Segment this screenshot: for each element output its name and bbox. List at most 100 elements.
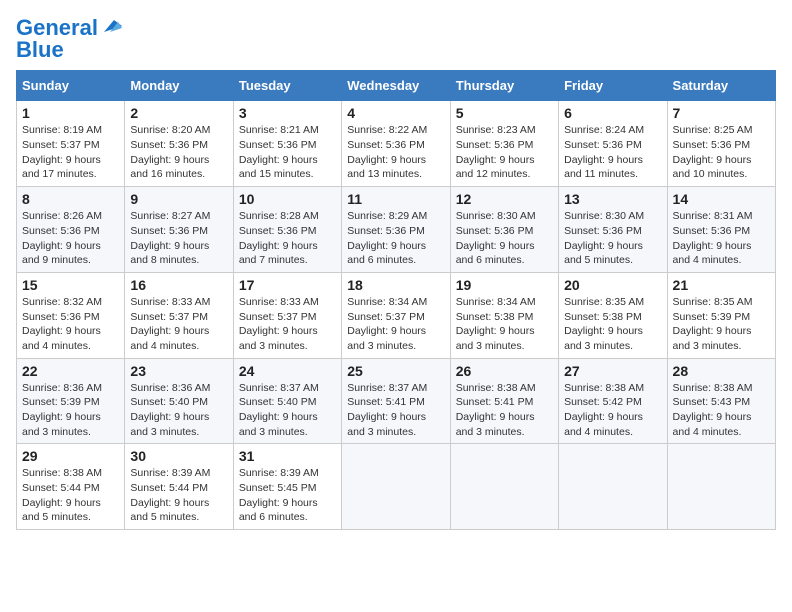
page-header: General Blue (16, 16, 776, 62)
col-header-friday: Friday (559, 71, 667, 101)
day-number: 11 (347, 191, 444, 207)
day-number: 13 (564, 191, 661, 207)
day-cell-7: 7 Sunrise: 8:25 AM Sunset: 5:36 PM Daylig… (667, 101, 775, 187)
day-number: 20 (564, 277, 661, 293)
col-header-wednesday: Wednesday (342, 71, 450, 101)
day-cell-16: 16 Sunrise: 8:33 AM Sunset: 5:37 PM Dayli… (125, 272, 233, 358)
day-number: 27 (564, 363, 661, 379)
day-info: Sunrise: 8:38 AM Sunset: 5:41 PM Dayligh… (456, 381, 553, 440)
day-cell-1: 1Sunrise: 8:19 AM Sunset: 5:37 PM Daylig… (17, 101, 125, 187)
day-cell-10: 10 Sunrise: 8:28 AM Sunset: 5:36 PM Dayli… (233, 187, 341, 273)
calendar-week-5: 29 Sunrise: 8:38 AM Sunset: 5:44 PM Dayli… (17, 444, 776, 530)
day-number: 15 (22, 277, 119, 293)
calendar-week-4: 22 Sunrise: 8:36 AM Sunset: 5:39 PM Dayli… (17, 358, 776, 444)
day-number: 21 (673, 277, 770, 293)
day-number: 12 (456, 191, 553, 207)
day-number: 23 (130, 363, 227, 379)
day-info: Sunrise: 8:36 AM Sunset: 5:39 PM Dayligh… (22, 381, 119, 440)
day-info: Sunrise: 8:36 AM Sunset: 5:40 PM Dayligh… (130, 381, 227, 440)
day-number: 7 (673, 105, 770, 121)
day-number: 14 (673, 191, 770, 207)
empty-cell (667, 444, 775, 530)
day-number: 19 (456, 277, 553, 293)
col-header-monday: Monday (125, 71, 233, 101)
day-info: Sunrise: 8:38 AM Sunset: 5:43 PM Dayligh… (673, 381, 770, 440)
day-cell-11: 11 Sunrise: 8:29 AM Sunset: 5:36 PM Dayli… (342, 187, 450, 273)
day-number: 2 (130, 105, 227, 121)
logo-blue-text: Blue (16, 38, 64, 62)
day-number: 8 (22, 191, 119, 207)
day-number: 6 (564, 105, 661, 121)
day-cell-6: 6 Sunrise: 8:24 AM Sunset: 5:36 PM Daylig… (559, 101, 667, 187)
empty-cell (342, 444, 450, 530)
day-info: Sunrise: 8:24 AM Sunset: 5:36 PM Dayligh… (564, 123, 661, 182)
day-info: Sunrise: 8:26 AM Sunset: 5:36 PM Dayligh… (22, 209, 119, 268)
day-info: Sunrise: 8:39 AM Sunset: 5:45 PM Dayligh… (239, 466, 336, 525)
day-info: Sunrise: 8:30 AM Sunset: 5:36 PM Dayligh… (456, 209, 553, 268)
day-info: Sunrise: 8:33 AM Sunset: 5:37 PM Dayligh… (130, 295, 227, 354)
day-cell-12: 12 Sunrise: 8:30 AM Sunset: 5:36 PM Dayli… (450, 187, 558, 273)
day-info: Sunrise: 8:28 AM Sunset: 5:36 PM Dayligh… (239, 209, 336, 268)
day-number: 28 (673, 363, 770, 379)
day-info: Sunrise: 8:25 AM Sunset: 5:36 PM Dayligh… (673, 123, 770, 182)
day-info: Sunrise: 8:27 AM Sunset: 5:36 PM Dayligh… (130, 209, 227, 268)
day-number: 25 (347, 363, 444, 379)
empty-cell (559, 444, 667, 530)
day-info: Sunrise: 8:38 AM Sunset: 5:44 PM Dayligh… (22, 466, 119, 525)
day-number: 5 (456, 105, 553, 121)
day-number: 18 (347, 277, 444, 293)
day-cell-2: 2 Sunrise: 8:20 AM Sunset: 5:36 PM Daylig… (125, 101, 233, 187)
day-info: Sunrise: 8:34 AM Sunset: 5:37 PM Dayligh… (347, 295, 444, 354)
day-cell-29: 29 Sunrise: 8:38 AM Sunset: 5:44 PM Dayli… (17, 444, 125, 530)
day-number: 29 (22, 448, 119, 464)
logo: General Blue (16, 16, 98, 62)
day-cell-30: 30 Sunrise: 8:39 AM Sunset: 5:44 PM Dayli… (125, 444, 233, 530)
calendar-week-1: 1Sunrise: 8:19 AM Sunset: 5:37 PM Daylig… (17, 101, 776, 187)
day-cell-14: 14 Sunrise: 8:31 AM Sunset: 5:36 PM Dayli… (667, 187, 775, 273)
day-cell-17: 17 Sunrise: 8:33 AM Sunset: 5:37 PM Dayli… (233, 272, 341, 358)
day-cell-21: 21 Sunrise: 8:35 AM Sunset: 5:39 PM Dayli… (667, 272, 775, 358)
logo-icon (100, 18, 122, 34)
day-info: Sunrise: 8:33 AM Sunset: 5:37 PM Dayligh… (239, 295, 336, 354)
day-cell-19: 19 Sunrise: 8:34 AM Sunset: 5:38 PM Dayli… (450, 272, 558, 358)
day-cell-9: 9Sunrise: 8:27 AM Sunset: 5:36 PM Daylig… (125, 187, 233, 273)
day-info: Sunrise: 8:21 AM Sunset: 5:36 PM Dayligh… (239, 123, 336, 182)
day-cell-8: 8 Sunrise: 8:26 AM Sunset: 5:36 PM Daylig… (17, 187, 125, 273)
day-cell-31: 31 Sunrise: 8:39 AM Sunset: 5:45 PM Dayli… (233, 444, 341, 530)
day-number: 22 (22, 363, 119, 379)
day-info: Sunrise: 8:35 AM Sunset: 5:38 PM Dayligh… (564, 295, 661, 354)
day-cell-5: 5 Sunrise: 8:23 AM Sunset: 5:36 PM Daylig… (450, 101, 558, 187)
day-info: Sunrise: 8:34 AM Sunset: 5:38 PM Dayligh… (456, 295, 553, 354)
day-info: Sunrise: 8:19 AM Sunset: 5:37 PM Dayligh… (22, 123, 119, 182)
day-cell-23: 23 Sunrise: 8:36 AM Sunset: 5:40 PM Dayli… (125, 358, 233, 444)
col-header-thursday: Thursday (450, 71, 558, 101)
day-cell-24: 24 Sunrise: 8:37 AM Sunset: 5:40 PM Dayli… (233, 358, 341, 444)
day-info: Sunrise: 8:20 AM Sunset: 5:36 PM Dayligh… (130, 123, 227, 182)
day-info: Sunrise: 8:39 AM Sunset: 5:44 PM Dayligh… (130, 466, 227, 525)
day-info: Sunrise: 8:31 AM Sunset: 5:36 PM Dayligh… (673, 209, 770, 268)
day-number: 16 (130, 277, 227, 293)
day-info: Sunrise: 8:30 AM Sunset: 5:36 PM Dayligh… (564, 209, 661, 268)
day-info: Sunrise: 8:37 AM Sunset: 5:40 PM Dayligh… (239, 381, 336, 440)
day-info: Sunrise: 8:32 AM Sunset: 5:36 PM Dayligh… (22, 295, 119, 354)
col-header-saturday: Saturday (667, 71, 775, 101)
col-header-sunday: Sunday (17, 71, 125, 101)
day-number: 31 (239, 448, 336, 464)
day-cell-13: 13 Sunrise: 8:30 AM Sunset: 5:36 PM Dayli… (559, 187, 667, 273)
empty-cell (450, 444, 558, 530)
day-cell-22: 22 Sunrise: 8:36 AM Sunset: 5:39 PM Dayli… (17, 358, 125, 444)
day-info: Sunrise: 8:29 AM Sunset: 5:36 PM Dayligh… (347, 209, 444, 268)
day-info: Sunrise: 8:37 AM Sunset: 5:41 PM Dayligh… (347, 381, 444, 440)
day-cell-20: 20 Sunrise: 8:35 AM Sunset: 5:38 PM Dayli… (559, 272, 667, 358)
day-number: 3 (239, 105, 336, 121)
day-info: Sunrise: 8:35 AM Sunset: 5:39 PM Dayligh… (673, 295, 770, 354)
day-cell-27: 27Sunrise: 8:38 AM Sunset: 5:42 PM Dayli… (559, 358, 667, 444)
day-number: 24 (239, 363, 336, 379)
day-info: Sunrise: 8:23 AM Sunset: 5:36 PM Dayligh… (456, 123, 553, 182)
day-number: 30 (130, 448, 227, 464)
day-cell-15: 15 Sunrise: 8:32 AM Sunset: 5:36 PM Dayli… (17, 272, 125, 358)
day-number: 17 (239, 277, 336, 293)
day-number: 10 (239, 191, 336, 207)
day-info: Sunrise: 8:22 AM Sunset: 5:36 PM Dayligh… (347, 123, 444, 182)
day-cell-4: 4Sunrise: 8:22 AM Sunset: 5:36 PM Daylig… (342, 101, 450, 187)
